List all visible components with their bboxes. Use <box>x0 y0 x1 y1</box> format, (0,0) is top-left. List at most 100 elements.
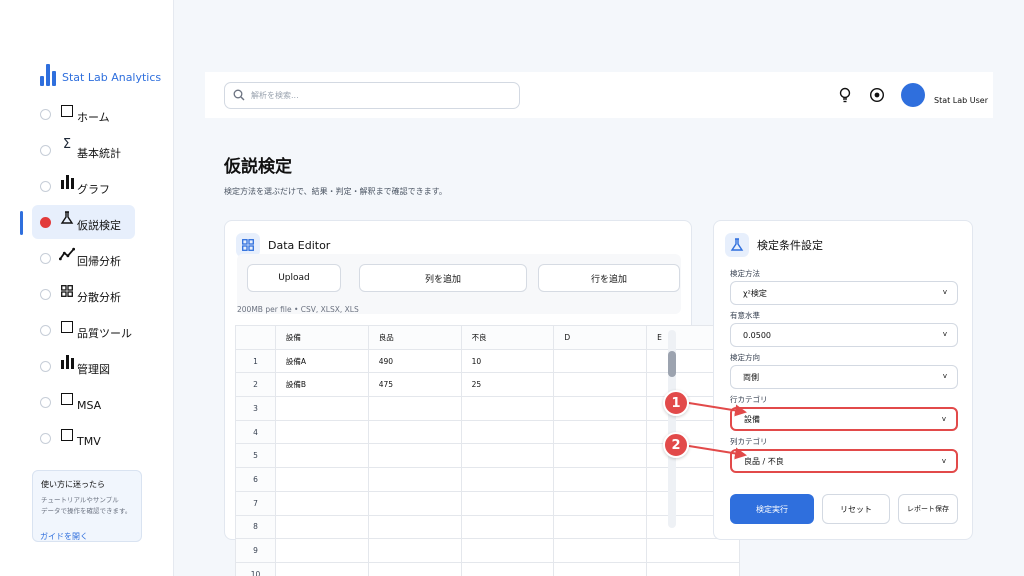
target-icon[interactable] <box>868 86 886 104</box>
table-cell[interactable] <box>553 348 648 374</box>
table-cell[interactable] <box>553 538 648 563</box>
direction-select[interactable]: 両側 v <box>730 365 958 389</box>
search-box[interactable] <box>224 82 520 109</box>
table-cell[interactable] <box>646 538 740 563</box>
table-cell[interactable] <box>274 490 369 516</box>
alpha-select[interactable]: 0.0500 v <box>730 323 958 347</box>
table-cell[interactable] <box>274 514 369 540</box>
sidebar-item-control-chart[interactable]: 管理図 <box>0 348 174 384</box>
table-cell[interactable]: 10 <box>460 348 555 374</box>
table-row: 2 設備B 475 25 <box>235 372 740 398</box>
table-cell[interactable] <box>460 443 555 469</box>
reset-button[interactable]: リセット <box>822 494 890 524</box>
table-cell[interactable] <box>274 561 369 576</box>
sidebar-item-regression[interactable]: 回帰分析 <box>0 240 174 276</box>
bar-chart-icon <box>59 173 75 189</box>
row-number: 7 <box>235 490 276 516</box>
table-cell[interactable] <box>367 419 462 445</box>
sidebar-item-home[interactable]: ホーム <box>0 96 174 132</box>
table-cell[interactable] <box>274 419 369 445</box>
sidebar-item-graph[interactable]: グラフ <box>0 168 174 204</box>
user-name: Stat Lab User <box>934 96 989 105</box>
guide-link[interactable]: ガイドを開く <box>40 531 88 542</box>
lightbulb-icon[interactable] <box>836 86 854 104</box>
table-cell[interactable] <box>274 538 369 563</box>
save-report-button[interactable]: レポート保存 <box>898 494 958 524</box>
chevron-down-icon: v <box>941 415 946 423</box>
table-cell[interactable] <box>367 443 462 469</box>
home-icon <box>59 101 75 117</box>
table-row: 9 <box>235 538 740 563</box>
brand[interactable]: Stat Lab Analytics <box>40 64 161 86</box>
flask-icon <box>725 233 749 257</box>
row-category-select[interactable]: 設備 v <box>730 407 958 431</box>
sidebar-item-msa[interactable]: MSA <box>0 384 174 420</box>
column-category-select[interactable]: 良品 / 不良 v <box>730 449 958 473</box>
scrollbar-thumb[interactable] <box>668 351 676 377</box>
brand-logo-icon <box>40 64 56 86</box>
upload-note: 200MB per file • CSV, XLSX, XLS <box>237 305 359 314</box>
column-header[interactable]: 不良 <box>460 325 555 350</box>
table-cell[interactable] <box>553 561 648 576</box>
row-number: 5 <box>235 443 276 469</box>
table-cell[interactable] <box>553 514 648 540</box>
table-cell[interactable]: 設備A <box>274 348 369 374</box>
table-cell[interactable] <box>274 467 369 492</box>
table-cell[interactable] <box>646 561 740 576</box>
table-cell[interactable] <box>367 396 462 421</box>
table-cell[interactable] <box>367 490 462 516</box>
search-input[interactable] <box>251 91 491 100</box>
sidebar-item-basic-stats[interactable]: Σ 基本統計 <box>0 132 174 168</box>
table-cell[interactable]: 設備B <box>274 372 369 398</box>
table-cell[interactable] <box>460 419 555 445</box>
radio-icon <box>40 396 51 408</box>
table-cell[interactable] <box>274 443 369 469</box>
sidebar-item-anova[interactable]: 分散分析 <box>0 276 174 312</box>
table-cell[interactable]: 475 <box>367 372 462 398</box>
sidebar-item-tmv[interactable]: TMV <box>0 420 174 456</box>
table-cell[interactable] <box>460 490 555 516</box>
row-number-header <box>235 325 276 350</box>
table-cell[interactable] <box>553 443 648 469</box>
radio-icon <box>40 108 51 120</box>
run-test-button[interactable]: 検定実行 <box>730 494 814 524</box>
table-cell[interactable] <box>553 490 648 516</box>
table-cell[interactable] <box>274 396 369 421</box>
avatar[interactable] <box>901 83 925 107</box>
add-row-button[interactable]: 行を追加 <box>538 264 680 292</box>
table-cell[interactable] <box>367 561 462 576</box>
table-cell[interactable] <box>553 419 648 445</box>
table-cell[interactable] <box>367 467 462 492</box>
column-header[interactable]: D <box>553 325 648 350</box>
table-cell[interactable] <box>460 561 555 576</box>
row-number: 2 <box>235 372 276 398</box>
table-cell[interactable] <box>553 372 648 398</box>
sidebar: Stat Lab Analytics ホーム Σ 基本統計 グラフ 仮説検定 回… <box>0 0 174 576</box>
table-cell[interactable] <box>553 467 648 492</box>
table-cell[interactable] <box>553 396 648 421</box>
upload-button[interactable]: Upload <box>247 264 341 292</box>
table-cell[interactable]: 25 <box>460 372 555 398</box>
row-category-label: 行カテゴリ <box>730 395 768 404</box>
table-cell[interactable]: 490 <box>367 348 462 374</box>
brand-name: Stat Lab Analytics <box>62 71 162 84</box>
table-cell[interactable] <box>460 396 555 421</box>
table-cell[interactable] <box>367 514 462 540</box>
table-cell[interactable] <box>460 538 555 563</box>
sidebar-item-hypothesis-test[interactable]: 仮説検定 <box>0 204 174 240</box>
square-icon <box>59 389 75 405</box>
square-icon <box>59 425 75 441</box>
row-number: 9 <box>235 538 276 563</box>
add-column-button[interactable]: 列を追加 <box>359 264 527 292</box>
column-header[interactable]: 良品 <box>367 325 462 350</box>
bar-chart-icon <box>59 353 75 369</box>
radio-icon <box>40 216 51 228</box>
sidebar-item-quality-tools[interactable]: 品質ツール <box>0 312 174 348</box>
table-cell[interactable] <box>367 538 462 563</box>
annotation-badge-2: 2 <box>663 432 689 458</box>
table-cell[interactable] <box>460 514 555 540</box>
method-select[interactable]: χ²検定 v <box>730 281 958 305</box>
table-cell[interactable] <box>460 467 555 492</box>
column-header[interactable]: 設備 <box>274 325 369 350</box>
trend-line-icon <box>59 245 75 261</box>
